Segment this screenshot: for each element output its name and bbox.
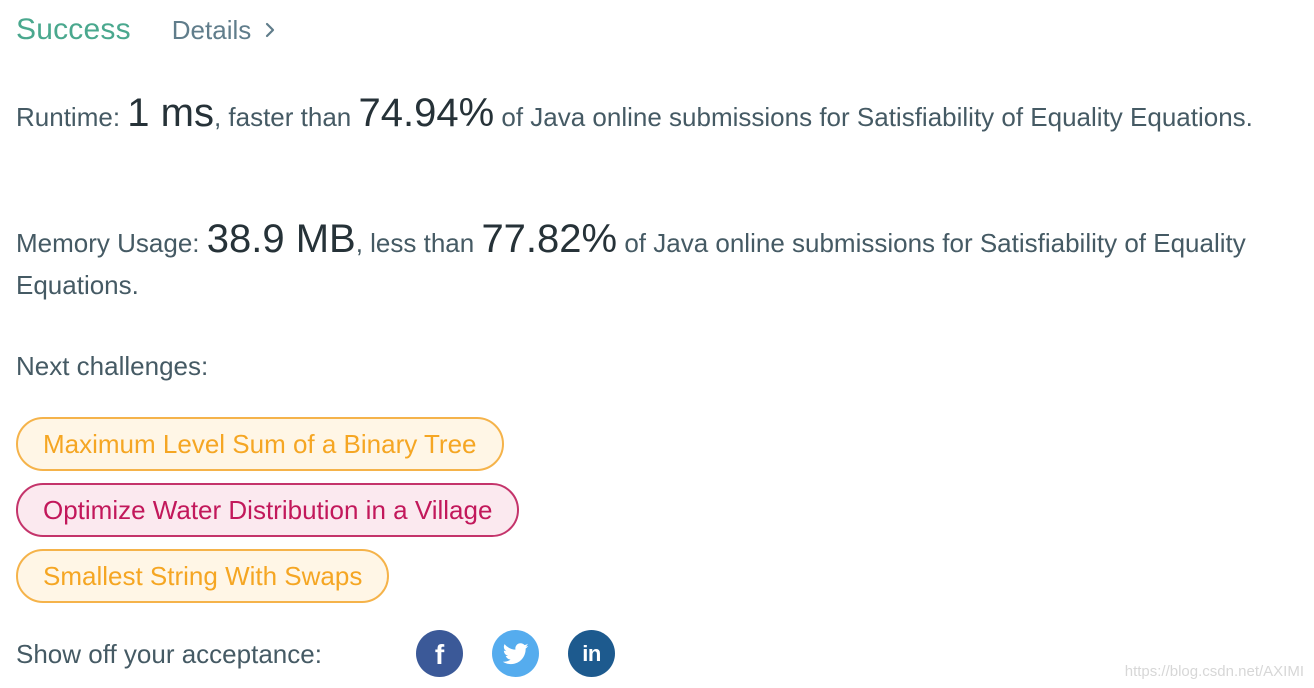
chevron-right-icon xyxy=(265,22,275,38)
challenge-smallest-string-with-swaps[interactable]: Smallest String With Swaps xyxy=(16,549,390,603)
linkedin-share-button[interactable]: in xyxy=(568,630,615,677)
challenge-maximum-level-sum[interactable]: Maximum Level Sum of a Binary Tree xyxy=(16,417,504,471)
share-label: Show off your acceptance: xyxy=(16,639,322,669)
runtime-percentile: 74.94% xyxy=(358,91,495,135)
memory-comparison: , less than xyxy=(355,228,482,258)
status-title: Success xyxy=(16,13,131,46)
runtime-label: Runtime: xyxy=(16,102,128,132)
twitter-share-button[interactable] xyxy=(492,630,539,677)
memory-label: Memory Usage: xyxy=(16,228,207,258)
challenge-title: Optimize Water Distribution in a Village xyxy=(43,494,493,525)
challenge-optimize-water-distribution[interactable]: Optimize Water Distribution in a Village xyxy=(16,483,520,537)
watermark: https://blog.csdn.net/AXIMI xyxy=(1124,663,1304,680)
memory-percentile: 77.82% xyxy=(481,217,618,261)
facebook-icon: f xyxy=(434,639,445,670)
facebook-share-button[interactable]: f xyxy=(416,630,463,677)
next-challenges-label: Next challenges: xyxy=(16,351,209,381)
runtime-stat: Runtime: 1 ms, faster than 74.94% of Jav… xyxy=(16,92,1276,138)
details-link[interactable]: Details xyxy=(172,15,275,46)
runtime-suffix: of Java online submissions for Satisfiab… xyxy=(494,102,1253,132)
details-label: Details xyxy=(171,14,252,45)
memory-stat: Memory Usage: 38.9 MB, less than 77.82% … xyxy=(16,218,1276,306)
runtime-comparison: , faster than xyxy=(213,102,359,132)
result-header: Success Details xyxy=(16,10,275,50)
linkedin-icon: in xyxy=(582,640,601,666)
challenge-title: Maximum Level Sum of a Binary Tree xyxy=(43,428,477,459)
challenge-title: Smallest String With Swaps xyxy=(43,560,363,591)
runtime-value: 1 ms xyxy=(127,91,214,135)
memory-value: 38.9 MB xyxy=(206,217,356,261)
twitter-icon xyxy=(502,642,529,665)
